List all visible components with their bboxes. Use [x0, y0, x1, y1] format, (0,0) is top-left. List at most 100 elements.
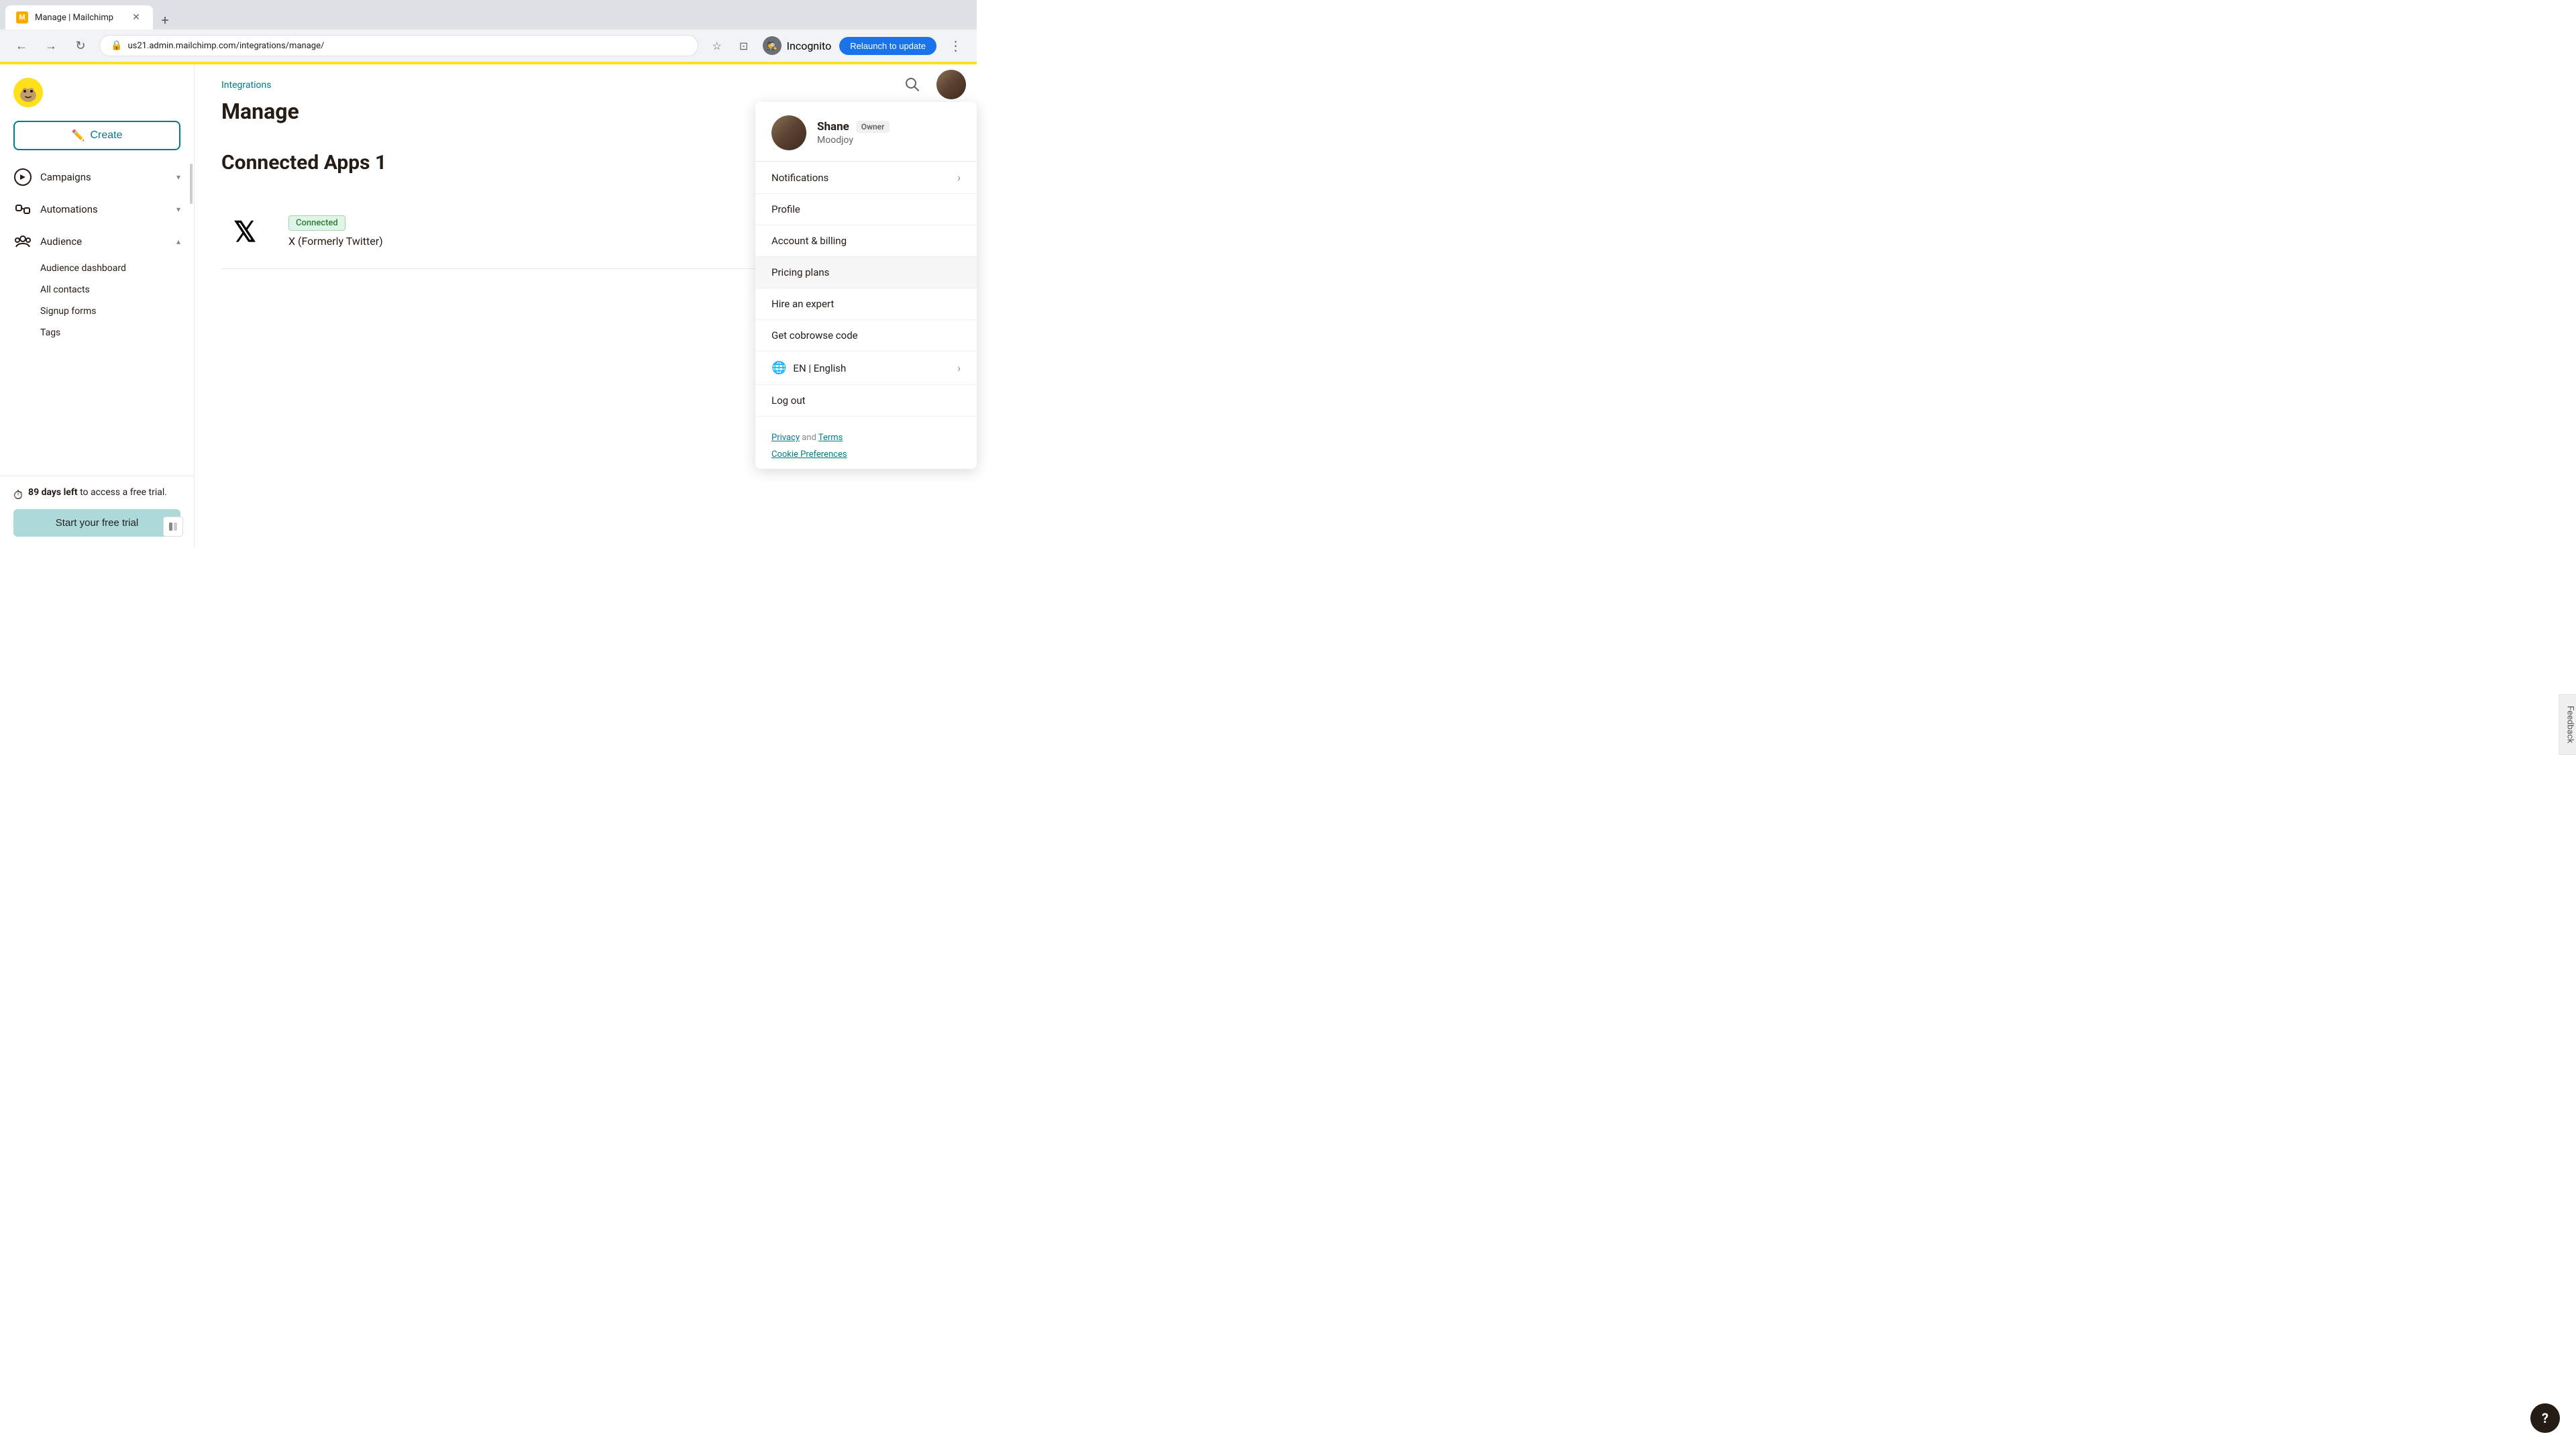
- lock-icon: 🔒: [111, 40, 122, 51]
- sidebar-top: ✏️ Create: [0, 64, 194, 161]
- dropdown-item-profile[interactable]: Profile: [755, 194, 977, 225]
- dropdown-item-notifications[interactable]: Notifications ›: [755, 162, 977, 194]
- automations-label: Automations: [40, 203, 176, 215]
- browser-menu-button[interactable]: ⋮: [945, 35, 966, 56]
- x-logo-icon: 𝕏: [233, 215, 256, 248]
- active-tab[interactable]: M Manage | Mailchimp ✕: [5, 5, 153, 30]
- dropdown-footer: Privacy and Terms Cookie Preferences: [755, 417, 977, 469]
- address-text: us21.admin.mailchimp.com/integrations/ma…: [127, 41, 324, 51]
- profile-label: Profile: [771, 203, 961, 215]
- hire-expert-label: Hire an expert: [771, 298, 961, 310]
- terms-link[interactable]: Terms: [818, 433, 843, 443]
- dropdown-user-info: Shane Owner Moodjoy: [817, 120, 961, 146]
- pricing-plans-label: Pricing plans: [771, 266, 961, 278]
- relaunch-button[interactable]: Relaunch to update: [839, 37, 936, 55]
- sidebar: ✏️ Create Campaigns ▾ Automations ▾: [0, 64, 195, 547]
- sidebar-collapse-button[interactable]: [163, 517, 183, 537]
- logout-label: Log out: [771, 394, 961, 407]
- help-icon: ?: [2542, 1410, 2548, 1426]
- dropdown-avatar: [771, 115, 806, 150]
- dropdown-organization: Moodjoy: [817, 135, 961, 146]
- campaigns-label: Campaigns: [40, 171, 176, 183]
- feedback-tab[interactable]: Feedback: [2559, 694, 2576, 755]
- user-dropdown-menu: Shane Owner Moodjoy Notifications › Prof…: [755, 102, 977, 469]
- trial-days-count: 89 days left: [28, 487, 78, 498]
- dropdown-item-hire-expert[interactable]: Hire an expert: [755, 288, 977, 320]
- tab-search-button[interactable]: ⊡: [733, 35, 755, 56]
- sidebar-scrollbar[interactable]: [189, 64, 194, 547]
- sidebar-item-signup-forms[interactable]: Signup forms: [40, 301, 194, 322]
- avatar-image: [936, 70, 966, 99]
- privacy-link[interactable]: Privacy: [771, 433, 800, 443]
- account-billing-label: Account & billing: [771, 235, 961, 247]
- create-label: Create: [90, 129, 122, 142]
- create-button[interactable]: ✏️ Create: [13, 121, 180, 150]
- browser-chrome: M Manage | Mailchimp ✕ + ← → ↻ 🔒 us21.ad…: [0, 0, 977, 62]
- heading-text: Connected Apps: [221, 151, 370, 174]
- sidebar-item-audience-dashboard[interactable]: Audience dashboard: [40, 258, 194, 279]
- browser-toolbar: ← → ↻ 🔒 us21.admin.mailchimp.com/integra…: [0, 30, 977, 62]
- dropdown-user-name: Shane Owner: [817, 120, 961, 133]
- apps-count: 1: [375, 151, 386, 174]
- dropdown-item-pricing-plans[interactable]: Pricing plans: [755, 257, 977, 288]
- sidebar-item-audience[interactable]: Audience ▴: [0, 225, 194, 258]
- breadcrumb: Integrations: [195, 64, 977, 96]
- back-button[interactable]: ←: [11, 35, 32, 56]
- notifications-label: Notifications: [771, 172, 957, 184]
- automations-chevron: ▾: [176, 205, 180, 214]
- trial-suffix: to access a free trial.: [78, 487, 167, 498]
- cobrowse-label: Get cobrowse code: [771, 329, 961, 341]
- tab-close-button[interactable]: ✕: [130, 11, 142, 23]
- dropdown-item-language[interactable]: 🌐 EN | English ›: [755, 352, 977, 385]
- mailchimp-logo: [13, 78, 43, 107]
- trial-days-text: ⏱ 89 days left to access a free trial.: [13, 487, 180, 502]
- incognito-icon: 🕵: [763, 36, 782, 55]
- sidebar-scroll-thumb: [190, 164, 193, 204]
- app-logo: 𝕏: [221, 208, 268, 255]
- app-layout: ✏️ Create Campaigns ▾ Automations ▾: [0, 64, 977, 547]
- new-tab-button[interactable]: +: [156, 11, 174, 30]
- app-info: Connected X (Formerly Twitter): [288, 215, 833, 248]
- dropdown-item-cobrowse[interactable]: Get cobrowse code: [755, 320, 977, 352]
- user-avatar-button[interactable]: [936, 70, 966, 99]
- reload-button[interactable]: ↻: [70, 35, 91, 56]
- automations-icon: [13, 200, 32, 219]
- toolbar-actions: ☆ ⊡: [706, 35, 755, 56]
- incognito-label: Incognito: [787, 40, 832, 52]
- audience-submenu: Audience dashboard All contacts Signup f…: [0, 258, 194, 343]
- cookie-preferences-link[interactable]: Cookie Preferences: [771, 449, 847, 460]
- and-text: and: [800, 433, 818, 443]
- language-chevron: ›: [957, 362, 961, 374]
- tab-favicon: M: [16, 11, 28, 23]
- start-trial-button[interactable]: Start your free trial: [13, 509, 180, 537]
- top-right-actions: [899, 70, 966, 99]
- audience-icon: [13, 232, 32, 251]
- language-label: EN | English: [793, 362, 957, 374]
- dropdown-item-account-billing[interactable]: Account & billing: [755, 225, 977, 257]
- sidebar-item-automations[interactable]: Automations ▾: [0, 193, 194, 225]
- help-button[interactable]: ?: [2530, 1403, 2560, 1433]
- breadcrumb-parent[interactable]: Integrations: [221, 80, 271, 91]
- notifications-chevron: ›: [957, 171, 961, 184]
- dropdown-item-logout[interactable]: Log out: [755, 385, 977, 417]
- owner-badge: Owner: [856, 121, 890, 133]
- footer-links: Privacy and Terms: [771, 433, 961, 443]
- sidebar-item-all-contacts[interactable]: All contacts: [40, 279, 194, 301]
- collapse-icon: [168, 521, 178, 532]
- sidebar-item-campaigns[interactable]: Campaigns ▾: [0, 161, 194, 193]
- forward-button[interactable]: →: [40, 35, 62, 56]
- audience-chevron: ▴: [176, 237, 180, 246]
- address-bar[interactable]: 🔒 us21.admin.mailchimp.com/integrations/…: [99, 35, 698, 56]
- search-button[interactable]: [899, 71, 926, 98]
- campaigns-chevron: ▾: [176, 172, 180, 182]
- tab-title: Manage | Mailchimp: [35, 13, 113, 23]
- connected-badge: Connected: [288, 215, 345, 231]
- logo-area: [13, 78, 180, 107]
- dropdown-header: Shane Owner Moodjoy: [755, 102, 977, 162]
- cookie-preferences-link-area: Cookie Preferences: [771, 449, 961, 460]
- sidebar-item-tags[interactable]: Tags: [40, 322, 194, 343]
- app-name: X (Formerly Twitter): [288, 235, 833, 248]
- incognito-area: 🕵 Incognito: [763, 36, 832, 55]
- campaigns-icon: [13, 168, 32, 186]
- bookmark-button[interactable]: ☆: [706, 35, 728, 56]
